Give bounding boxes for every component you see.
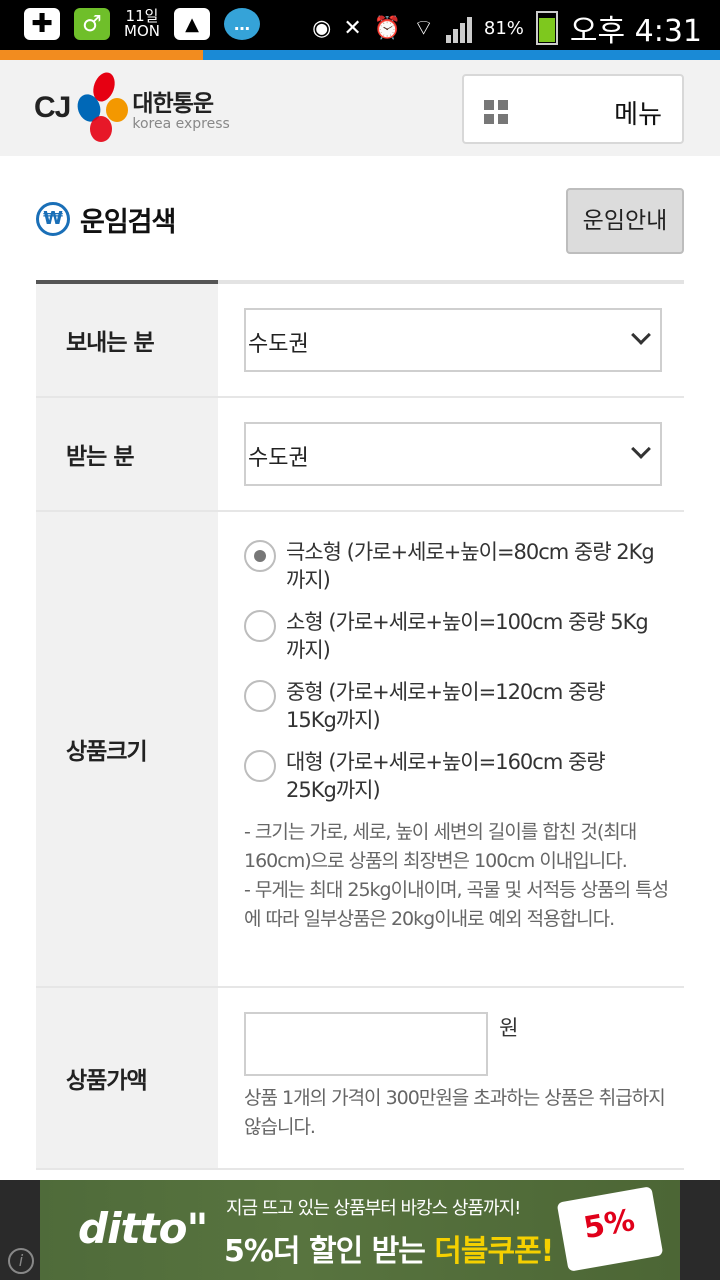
site-header: CJ 대한통운 korea express 메뉴	[0, 60, 720, 156]
eye-icon: ◉	[312, 15, 332, 41]
chevron-down-icon	[631, 439, 651, 459]
size-option-label: 중형 (가로+세로+높이=120cm 중량 15Kg까지)	[286, 680, 606, 732]
ad-tagline-white: 5%더 할인 받는	[224, 1234, 426, 1269]
receiver-row: 받는 분 수도권	[36, 398, 684, 512]
fare-search-form: 보내는 분 수도권 받는 분 수도권 상품크기 극소형 (가로+세로+높이=80…	[36, 280, 684, 1170]
signal-icon	[445, 13, 472, 43]
accent-bar	[0, 50, 720, 60]
size-note: - 크기는 가로, 세로, 높이 세변의 길이를 합친 것(최대 160cm)으…	[244, 821, 637, 872]
add-notification-icon: ✚	[24, 8, 60, 40]
price-row: 상품가액 원 상품 1개의 가격이 300만원을 초과하는 상품은 취급하지 않…	[36, 988, 684, 1170]
app-notification-icon: ♂	[74, 8, 110, 40]
sender-select-value: 수도권	[248, 332, 309, 357]
chat-icon: …	[223, 8, 260, 40]
coupon-icon: 5%	[556, 1186, 664, 1272]
ad-banner[interactable]: ditto" 지금 뜨고 있는 상품부터 바캉스 상품까지! 5%더 할인 받는…	[0, 1180, 720, 1280]
won-icon: ₩	[36, 202, 70, 236]
size-option-xsmall[interactable]: 극소형 (가로+세로+높이=80cm 중량 2Kg까지)	[244, 538, 684, 594]
ad-tagline-yellow: 더블쿠폰!	[434, 1234, 554, 1269]
sender-row: 보내는 분 수도권	[36, 284, 684, 398]
radio-button[interactable]	[244, 610, 276, 642]
size-label: 상품크기	[36, 512, 218, 986]
date-weekday: MON	[124, 22, 160, 40]
battery-icon	[535, 11, 558, 45]
weight-note: - 무게는 최대 25kg이내이며, 곡물 및 서적등 상품의 특성에 따라 일…	[244, 879, 669, 930]
price-unit: 원	[499, 1016, 519, 1040]
coupon-percent: 5%	[581, 1202, 638, 1247]
page-title: 운임검색	[80, 207, 176, 238]
mute-icon: ✕	[343, 15, 362, 41]
size-option-medium[interactable]: 중형 (가로+세로+높이=120cm 중량 15Kg까지)	[244, 678, 684, 734]
ad-tagline: 5%더 할인 받는 더블쿠폰!	[224, 1226, 554, 1270]
sender-select[interactable]: 수도권	[244, 308, 662, 372]
menu-button[interactable]: 메뉴	[462, 74, 684, 144]
menu-label: 메뉴	[614, 100, 662, 130]
ad-headline: 지금 뜨고 있는 상품부터 바캉스 상품까지!	[226, 1198, 521, 1219]
size-option-label: 대형 (가로+세로+높이=160cm 중량 25Kg까지)	[286, 750, 606, 802]
receiver-select-value: 수도권	[248, 446, 309, 471]
size-option-large[interactable]: 대형 (가로+세로+높이=160cm 중량 25Kg까지)	[244, 748, 684, 804]
logo-cj-text: CJ	[34, 91, 71, 124]
calendar-notification: 11일 MON	[124, 9, 160, 39]
logo-korean-text: 대한통운	[132, 91, 214, 117]
chevron-down-icon	[631, 325, 651, 345]
status-bar: ✚ ♂ 11일 MON ▲ … ◉ ✕ ⏰ ⌔ 81% 오후 4:31	[0, 0, 720, 50]
sender-label: 보내는 분	[36, 284, 218, 396]
battery-percent: 81%	[483, 17, 524, 39]
ad-info-icon[interactable]: i	[8, 1248, 34, 1274]
size-row: 상품크기 극소형 (가로+세로+높이=80cm 중량 2Kg까지) 소형 (가로…	[36, 512, 684, 988]
ad-logo: ditto"	[78, 1204, 208, 1253]
radio-button[interactable]	[244, 680, 276, 712]
wifi-icon: ⌔	[413, 16, 434, 41]
alarm-icon: ⏰	[373, 15, 402, 41]
radio-button[interactable]	[244, 540, 276, 572]
size-option-label: 극소형 (가로+세로+높이=80cm 중량 2Kg까지)	[286, 540, 655, 592]
price-note: 상품 1개의 가격이 300만원을 초과하는 상품은 취급하지 않습니다.	[244, 1087, 666, 1138]
fare-guide-button[interactable]: 운임안내	[566, 188, 684, 254]
gallery-icon: ▲	[173, 8, 210, 40]
cj-logo[interactable]: CJ 대한통운 korea express	[34, 69, 230, 144]
price-label: 상품가액	[36, 988, 218, 1168]
radio-button[interactable]	[244, 750, 276, 782]
clock: 오후 4:31	[569, 14, 702, 49]
receiver-select[interactable]: 수도권	[244, 422, 662, 486]
grid-icon	[484, 100, 508, 124]
size-option-small[interactable]: 소형 (가로+세로+높이=100cm 중량 5Kg까지)	[244, 608, 684, 664]
receiver-label: 받는 분	[36, 398, 218, 510]
logo-mark-icon	[72, 69, 129, 144]
price-input[interactable]	[244, 1012, 488, 1076]
title-row: ₩ 운임검색 운임안내	[36, 188, 684, 254]
size-option-label: 소형 (가로+세로+높이=100cm 중량 5Kg까지)	[286, 610, 649, 662]
logo-english-text: korea express	[132, 116, 230, 132]
